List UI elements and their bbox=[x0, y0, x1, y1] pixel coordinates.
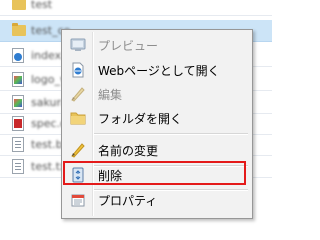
menu-item-preview: プレビュー bbox=[64, 33, 250, 57]
menu-item-rename[interactable]: 名前の変更 bbox=[64, 138, 250, 162]
menu-item-open-folder[interactable]: フォルダを開く bbox=[64, 106, 250, 130]
pdf-file-icon bbox=[12, 116, 24, 131]
menu-item-open-as-webpage[interactable]: Webページとして開く bbox=[64, 58, 250, 82]
text-file-icon bbox=[12, 159, 24, 174]
folder-icon bbox=[12, 0, 26, 10]
image-file-icon bbox=[12, 95, 24, 110]
menu-item-label: プレビュー bbox=[98, 39, 159, 53]
folder-icon bbox=[12, 23, 26, 36]
menu-item-label: Webページとして開く bbox=[98, 64, 220, 78]
pencil-icon bbox=[70, 86, 86, 102]
image-file-icon bbox=[12, 72, 24, 87]
context-menu: プレビュー Webページとして開く 編集 フォルダを開く 名前の変更 削除 プロ… bbox=[61, 29, 253, 219]
text-file-icon bbox=[12, 137, 24, 152]
ie-page-icon bbox=[70, 62, 86, 78]
file-name: test bbox=[31, 0, 53, 11]
properties-icon bbox=[70, 192, 86, 208]
html-file-icon bbox=[12, 48, 24, 63]
menu-item-label: 編集 bbox=[98, 88, 123, 102]
pencil-icon bbox=[70, 142, 86, 158]
file-row[interactable]: test bbox=[0, 0, 272, 16]
menu-item-label: フォルダを開く bbox=[98, 112, 183, 126]
menu-separator bbox=[94, 133, 248, 135]
folder-icon bbox=[70, 110, 86, 126]
monitor-icon bbox=[70, 37, 86, 53]
highlight-annotation bbox=[63, 161, 246, 185]
menu-item-edit: 編集 bbox=[64, 82, 250, 106]
menu-item-properties[interactable]: プロパティ bbox=[64, 188, 250, 212]
menu-item-label: プロパティ bbox=[98, 194, 158, 208]
menu-item-label: 名前の変更 bbox=[98, 144, 159, 158]
